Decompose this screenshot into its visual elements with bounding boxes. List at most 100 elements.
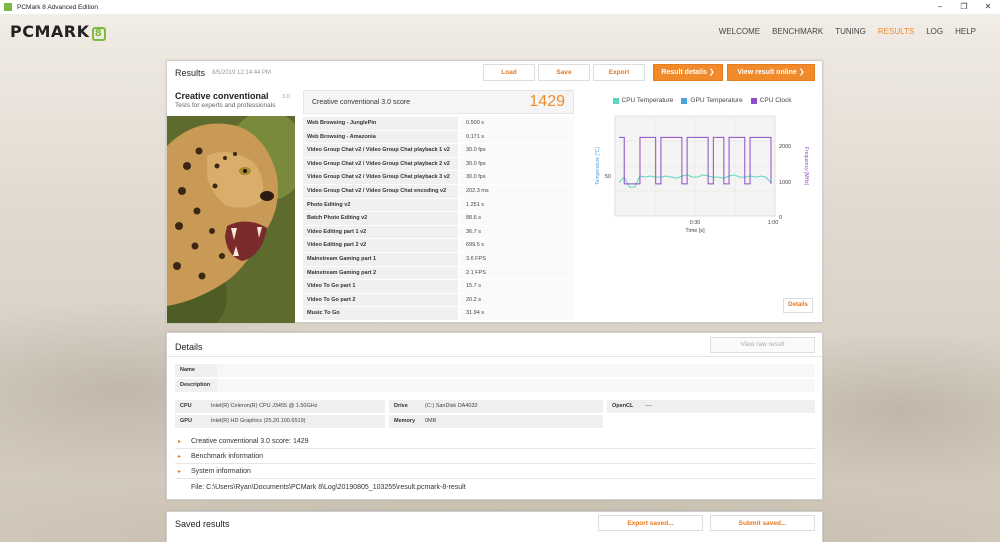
description-label: Description [180, 382, 211, 388]
cpu-temp-swatch [612, 97, 619, 104]
expand-arrow-icon[interactable]: ▸ [178, 438, 181, 445]
row-value: 699.5 s [460, 239, 574, 252]
drive-label: Drive [394, 403, 408, 409]
expander-label: Creative conventional 3.0 score: 1429 [191, 438, 309, 445]
export-button[interactable]: Export [593, 64, 645, 81]
table-row: Video Editing part 2 v2 699.5 s [303, 239, 574, 253]
chart-details-button[interactable]: Details [783, 298, 813, 313]
row-name: Video To Go part 1 [303, 280, 458, 293]
drive-value: (C:) SanDisk DA4032 [425, 403, 478, 409]
y-right-tick: 1000 [779, 180, 791, 186]
score-header: Creative conventional 3.0 score 1429 [303, 90, 574, 114]
score-label: Creative conventional 3.0 score [312, 99, 411, 106]
row-value: 30.0 fps [460, 157, 574, 171]
row-name: Mainstream Gaming part 2 [303, 266, 458, 280]
x-tick: 1:00 [768, 220, 779, 226]
nav-welcome[interactable]: WELCOME [719, 27, 760, 36]
details-panel: Details View raw result Name Description… [166, 332, 823, 500]
table-row: Photo Editing v2 1.251 s [303, 198, 574, 213]
row-name: Batch Photo Editing v2 [303, 212, 458, 225]
row-name: Mainstream Gaming part 1 [303, 252, 458, 266]
legend-item: GPU Temperature [681, 97, 743, 104]
table-row: Video To Go part 2 20.2 s [303, 293, 574, 308]
row-name: Video Editing part 1 v2 [303, 225, 458, 239]
nav-tuning[interactable]: TUNING [835, 27, 866, 36]
legend-label: CPU Temperature [621, 97, 674, 104]
row-name: Video To Go part 2 [303, 293, 458, 307]
y-right-tick: 2000 [779, 144, 791, 150]
table-row: Mainstream Gaming part 1 3.6 FPS [303, 252, 574, 267]
subscore-table: Web Browsing - JunglePin 0.500 s Web Brow… [303, 117, 574, 321]
monitoring-chart: CPU Temperature GPU Temperature CPU Cloc… [583, 88, 821, 321]
row-value: 3.6 FPS [460, 252, 574, 266]
table-row: Video Editing part 1 v2 36.7 s [303, 225, 574, 240]
leopard-image [167, 116, 295, 323]
submit-saved-button[interactable]: Submit saved... [710, 515, 815, 531]
row-value: 0.171 s [460, 130, 574, 144]
saved-results-title: Saved results [175, 519, 230, 529]
opencl-value: ---- [645, 403, 653, 409]
memory-value: 0MB [425, 418, 437, 424]
nav-results[interactable]: RESULTS [878, 27, 914, 36]
memory-label: Memory [394, 418, 416, 424]
row-name: Video Group Chat v2 / Video Group Chat p… [303, 171, 458, 184]
nav-log[interactable]: LOG [926, 27, 943, 36]
nav-help[interactable]: HELP [955, 27, 976, 36]
result-details-button[interactable]: Result details ❯ [653, 64, 723, 81]
row-value: 36.7 s [460, 225, 574, 239]
cpu-row: CPU Intel(R) Celeron(R) CPU J3455 @ 1.50G… [175, 400, 385, 413]
row-value: 2.1 FPS [460, 266, 574, 280]
expand-arrow-icon[interactable]: ▸ [178, 453, 181, 460]
load-button[interactable]: Load [483, 64, 535, 81]
name-field[interactable] [217, 364, 815, 377]
expander-label: System information [191, 468, 251, 475]
gpu-temp-swatch [681, 97, 688, 104]
view-raw-result-button[interactable]: View raw result [710, 337, 815, 353]
cpu-value: Intel(R) Celeron(R) CPU J3455 @ 1.50GHz [211, 403, 318, 409]
legend-item: CPU Clock [750, 97, 791, 104]
row-value: 88.6 s [460, 212, 574, 225]
nav-benchmark[interactable]: BENCHMARK [772, 27, 823, 36]
main-nav: WELCOME BENCHMARK TUNING RESULTS LOG HEL… [719, 27, 976, 36]
name-row: Name [175, 364, 815, 377]
expander-score[interactable]: ▸ Creative conventional 3.0 score: 1429 [175, 435, 815, 449]
expander-benchmark-info[interactable]: ▸ Benchmark information [175, 450, 815, 464]
row-name: Video Group Chat v2 / Video Group Chat e… [303, 184, 458, 198]
window-title: PCMark 8 Advanced Edition [17, 3, 98, 11]
opencl-row: OpenCL ---- [607, 400, 815, 413]
results-panel: Results 8/5/2019 12:14:44 PM Load Save E… [166, 60, 823, 323]
saved-results-panel: Saved results Export saved... Submit sav… [166, 511, 823, 542]
results-timestamp: 8/5/2019 12:14:44 PM [212, 70, 272, 76]
chart-plot: Temperature [°C] Frequency [MHz] 50 2000… [595, 115, 809, 234]
close-icon[interactable]: ✕ [976, 0, 1000, 14]
row-name: Web Browsing - Amazonia [303, 130, 458, 144]
x-axis-label: Time [s] [685, 228, 705, 234]
row-value: 202.3 ms [460, 184, 574, 198]
results-title: Results [175, 68, 206, 78]
details-title: Details [175, 342, 203, 352]
save-button[interactable]: Save [538, 64, 590, 81]
minimize-icon[interactable]: – [928, 0, 952, 14]
maximize-icon[interactable]: ❐ [952, 0, 976, 14]
table-row: Video Group Chat v2 / Video Group Chat e… [303, 184, 574, 199]
expander-system-info[interactable]: ▸ System information [175, 465, 815, 479]
name-label: Name [180, 367, 195, 373]
row-value: 15.7 s [460, 280, 574, 293]
drive-row: Drive (C:) SanDisk DA4032 [389, 400, 603, 413]
export-saved-button[interactable]: Export saved... [598, 515, 703, 531]
row-value: 0.500 s [460, 117, 574, 130]
expand-arrow-icon[interactable]: ▸ [178, 468, 181, 475]
table-row: Video Group Chat v2 / Video Group Chat p… [303, 144, 574, 158]
table-row: Web Browsing - JunglePin 0.500 s [303, 117, 574, 131]
description-field[interactable] [217, 379, 815, 392]
row-name: Video Editing part 2 v2 [303, 239, 458, 252]
table-row: Web Browsing - Amazonia 0.171 s [303, 130, 574, 145]
test-description: Tests for experts and professionals [175, 102, 276, 109]
score-value: 1429 [529, 93, 565, 110]
cpu-clock-swatch [750, 97, 757, 104]
row-value: 31.94 s [460, 307, 574, 320]
test-name: Creative conventional [175, 91, 269, 101]
view-result-online-button[interactable]: View result online ❯ [727, 64, 815, 81]
app-icon [4, 3, 12, 11]
row-name: Web Browsing - JunglePin [303, 117, 458, 130]
